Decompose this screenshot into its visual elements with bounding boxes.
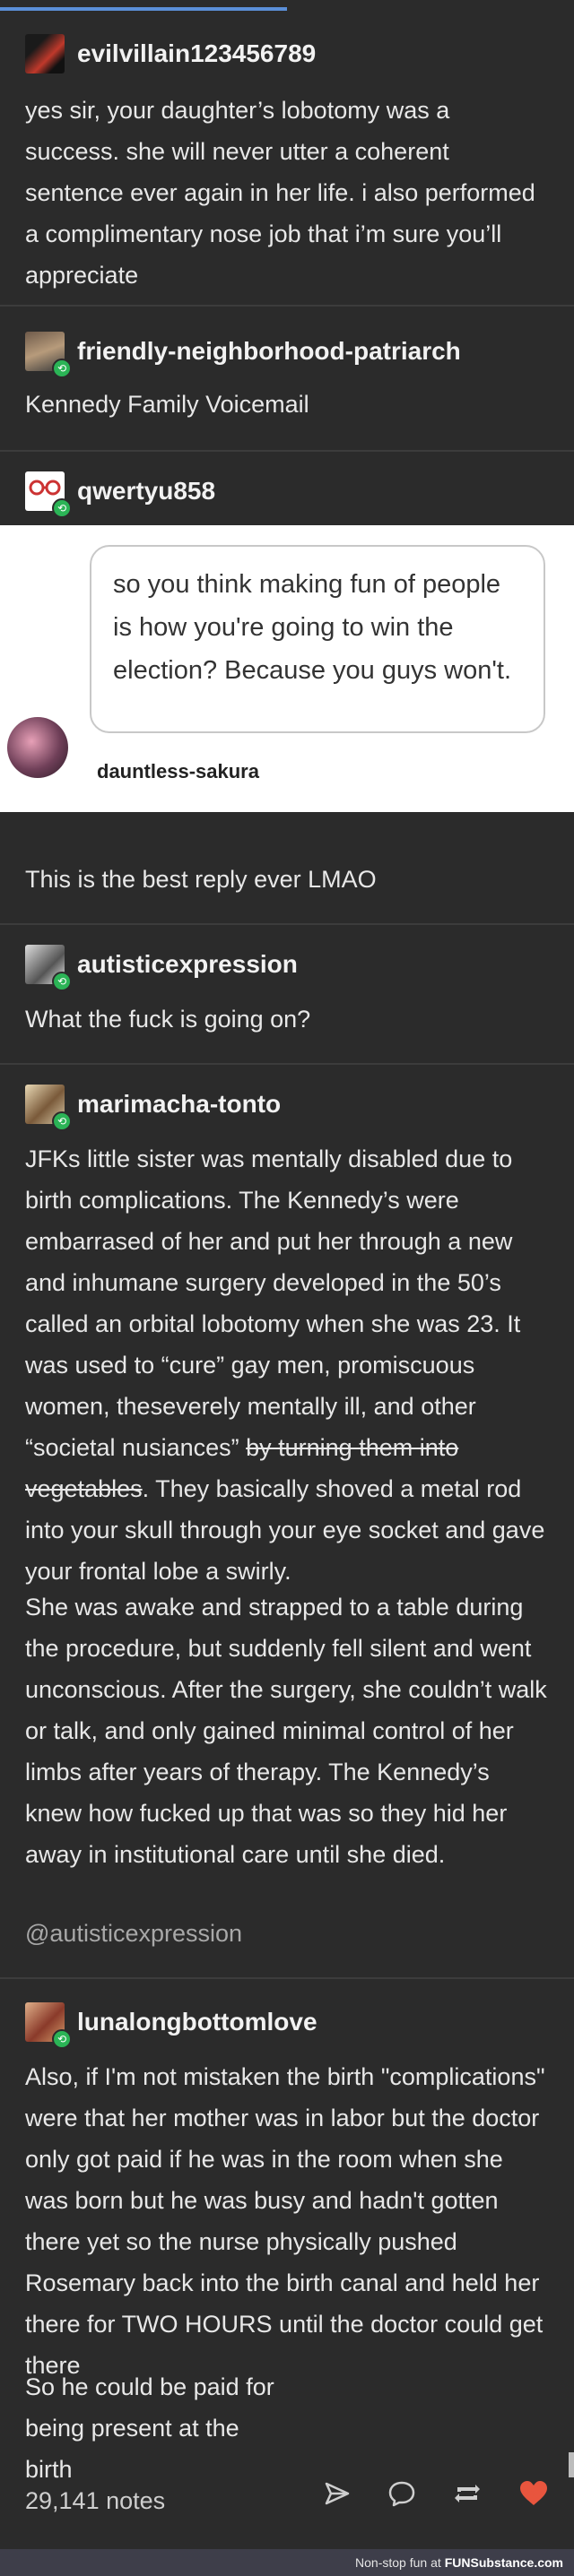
- avatar: [7, 717, 68, 778]
- reply-icon[interactable]: [387, 2479, 416, 2508]
- send-icon[interactable]: [323, 2479, 352, 2508]
- post-header: ⟲ autisticexpression: [0, 945, 574, 991]
- post-header: ⟲ qwertyu858: [0, 471, 574, 518]
- divider: [0, 923, 574, 925]
- divider: [0, 305, 574, 307]
- avatar[interactable]: ⟲: [25, 332, 72, 378]
- speech-bubble: so you think making fun of people is how…: [90, 545, 545, 733]
- reblog-badge-icon: ⟲: [52, 972, 72, 991]
- top-bar: [0, 0, 574, 11]
- username[interactable]: evilvillain123456789: [77, 39, 316, 68]
- post-text: JFKs little sister was mentally disabled…: [0, 1138, 574, 1592]
- post-text: She was awake and strapped to a table du…: [25, 1594, 547, 1868]
- notes-count[interactable]: 29,141 notes: [25, 2487, 165, 2515]
- progress-accent: [0, 7, 287, 11]
- post-text: yes sir, your daughter’s lobotomy was a …: [25, 97, 535, 289]
- username[interactable]: lunalongbottomlove: [77, 2008, 317, 2036]
- post-text: This is the best reply ever LMAO: [25, 866, 377, 893]
- post-header: ⟲ marimacha-tonto: [0, 1085, 574, 1131]
- divider: [0, 1977, 574, 1979]
- username[interactable]: qwertyu858: [77, 477, 215, 506]
- divider: [0, 450, 574, 452]
- avatar[interactable]: ⟲: [25, 945, 72, 991]
- post-header: evilvillain123456789: [0, 34, 574, 73]
- mention-link[interactable]: @autisticexpression: [0, 1913, 574, 1954]
- divider: [0, 1063, 574, 1065]
- username[interactable]: friendly-neighborhood-patriarch: [77, 337, 461, 366]
- watermark-brand[interactable]: FUNSubstance.com: [445, 2555, 563, 2570]
- post-text: So he could be paid for being present at…: [25, 2373, 274, 2483]
- avatar[interactable]: [25, 34, 65, 73]
- post-text: Kennedy Family Voicemail: [25, 391, 309, 418]
- avatar[interactable]: ⟲: [25, 471, 72, 518]
- reblog-badge-icon: ⟲: [52, 359, 72, 378]
- username[interactable]: marimacha-tonto: [77, 1090, 281, 1119]
- watermark-bar: Non-stop fun at FUNSubstance.com: [0, 2549, 574, 2576]
- username[interactable]: autisticexpression: [77, 950, 298, 979]
- post-text-segment: JFKs little sister was mentally disabled…: [25, 1145, 521, 1461]
- avatar[interactable]: ⟲: [25, 2002, 72, 2049]
- post-header: ⟲ lunalongbottomlove: [0, 2002, 574, 2049]
- post-actions: [323, 2479, 549, 2508]
- embedded-author: dauntless-sakura: [97, 760, 259, 782]
- post-header: ⟲ friendly-neighborhood-patriarch: [0, 332, 574, 378]
- reblog-icon[interactable]: [452, 2479, 483, 2508]
- avatar[interactable]: ⟲: [25, 1085, 72, 1131]
- like-icon[interactable]: [518, 2479, 549, 2508]
- reblog-badge-icon: ⟲: [52, 498, 72, 518]
- embedded-post-image: so you think making fun of people is how…: [0, 525, 574, 812]
- post-text: What the fuck is going on?: [25, 1006, 311, 1033]
- post-text: Also, if I'm not mistaken the birth "com…: [25, 2063, 545, 2379]
- reblog-badge-icon: ⟲: [52, 2029, 72, 2049]
- reblog-badge-icon: ⟲: [52, 1111, 72, 1131]
- watermark-prefix: Non-stop fun at: [355, 2555, 441, 2570]
